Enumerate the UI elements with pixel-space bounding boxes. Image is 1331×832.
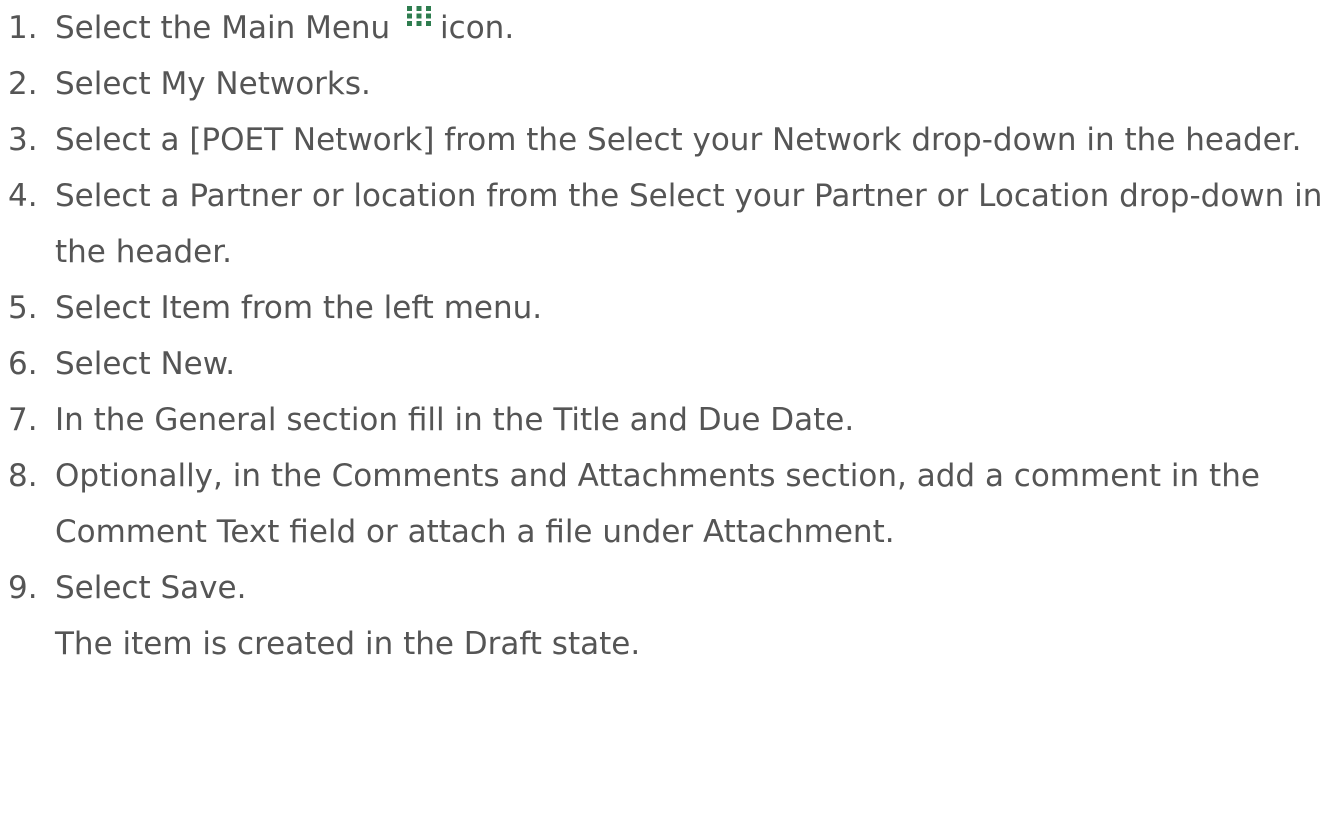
step-7: 7. In the General section fill in the Ti…	[8, 392, 1323, 448]
step-9: 9. Select Save.	[8, 560, 1323, 616]
step-8: 8. Optionally, in the Comments and Attac…	[8, 448, 1323, 560]
step-number: 9.	[8, 570, 38, 606]
step-text: Select Save.	[55, 570, 247, 606]
step-number: 3.	[8, 122, 38, 158]
instruction-steps: 1. Select the Main Menu icon. 2. Select …	[8, 0, 1323, 672]
step-text: Select My Networks.	[55, 66, 371, 102]
step-text: Select a Partner or location from the Se…	[55, 178, 1323, 270]
step-4: 4. Select a Partner or location from the…	[8, 168, 1323, 280]
step-text: In the General section fill in the Title…	[55, 402, 855, 438]
step-number: 7.	[8, 402, 38, 438]
step-text: Select a [POET Network] from the Select …	[55, 122, 1302, 158]
step-number: 2.	[8, 66, 38, 102]
step-text: Select the Main Menu	[55, 10, 391, 46]
step-5: 5. Select Item from the left menu.	[8, 280, 1323, 336]
step-number: 1.	[8, 10, 38, 46]
step-1: 1. Select the Main Menu icon.	[8, 0, 1323, 56]
step-3: 3. Select a [POET Network] from the Sele…	[8, 112, 1323, 168]
step-6: 6. Select New.	[8, 336, 1323, 392]
step-number: 6.	[8, 346, 38, 382]
main-menu-grid-icon	[407, 6, 432, 26]
step-text: Select New.	[55, 346, 236, 382]
step-number: 5.	[8, 290, 38, 326]
step-text: Optionally, in the Comments and Attachme…	[55, 458, 1260, 550]
step-number: 8.	[8, 458, 38, 494]
step-text-suffix: icon.	[440, 10, 515, 46]
step-2: 2. Select My Networks.	[8, 56, 1323, 112]
result-note: The item is created in the Draft state.	[55, 626, 641, 662]
step-text: Select Item from the left menu.	[55, 290, 543, 326]
step-number: 4.	[8, 178, 38, 214]
